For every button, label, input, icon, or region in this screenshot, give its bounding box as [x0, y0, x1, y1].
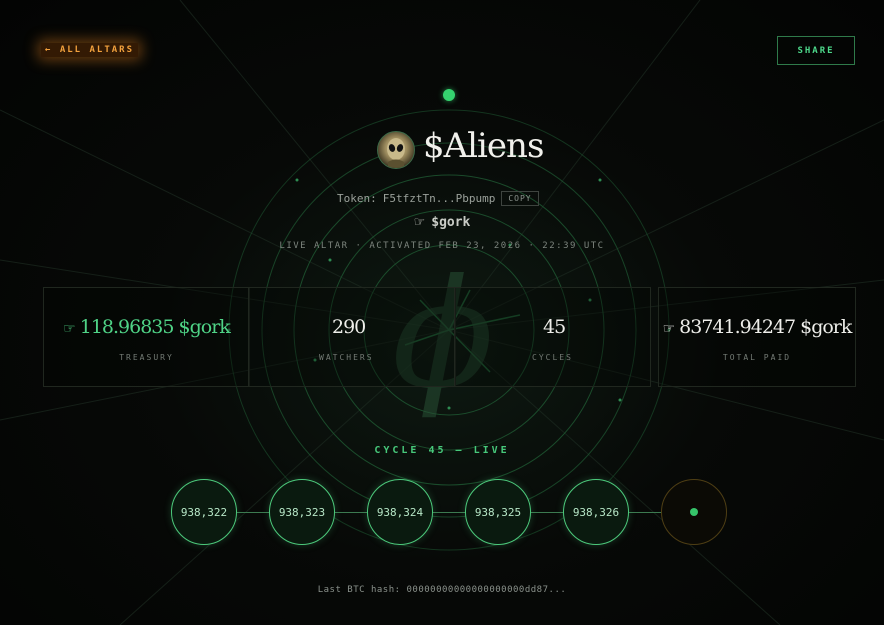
token-address: F5tfztTn...Pbpump [382, 192, 496, 205]
copy-button[interactable]: COPY [501, 191, 539, 206]
watchers-label: WATCHERS [319, 353, 374, 362]
block-node[interactable]: 938,322 [171, 479, 237, 545]
ticker-symbol: $gork [431, 215, 471, 230]
token-row: Token: F5tfztTn...Pbpump COPY [337, 191, 539, 206]
block-node[interactable]: 938,326 [563, 479, 629, 545]
pending-dot [690, 508, 698, 516]
token-label: Token: [337, 192, 377, 205]
cycle-title: CYCLE 45 — LIVE [374, 445, 510, 456]
block-node[interactable]: 938,323 [269, 479, 335, 545]
pointing-hand-icon: ☞ [662, 321, 676, 337]
total-paid-value: ☞ 83741.94247 $gork [662, 316, 853, 338]
pending-block-node [661, 479, 727, 545]
cycles-label: CYCLES [532, 353, 573, 362]
total-paid-label: TOTAL PAID [722, 353, 792, 362]
pointing-hand-icon: ☞ [63, 321, 76, 337]
live-status-dot [443, 89, 455, 101]
alien-avatar [377, 131, 415, 169]
watchers-card: 290 WATCHERS [248, 287, 456, 387]
total-paid-card: ☞ 83741.94247 $gork TOTAL PAID [658, 287, 856, 387]
treasury-value: ☞ 118.96835 $gork [63, 316, 231, 338]
watchers-value: 290 [332, 316, 366, 338]
block-node[interactable]: 938,325 [465, 479, 531, 545]
altar-title: $Aliens [423, 126, 544, 166]
pointing-hand-icon: ☞ [413, 215, 426, 230]
treasury-card: ☞ 118.96835 $gork TREASURY [43, 287, 250, 387]
last-btc-hash: Last BTC hash: 00000000000000000000dd87.… [317, 585, 567, 595]
treasury-label: TREASURY [119, 353, 174, 362]
block-node[interactable]: 938,324 [367, 479, 433, 545]
cycles-card: 45 CYCLES [454, 287, 651, 387]
share-button[interactable]: SHARE [777, 36, 855, 65]
cycles-value: 45 [543, 316, 566, 338]
ticker: ☞ $gork [0, 215, 884, 230]
all-altars-button[interactable]: ← ALL ALTARS [41, 43, 139, 57]
